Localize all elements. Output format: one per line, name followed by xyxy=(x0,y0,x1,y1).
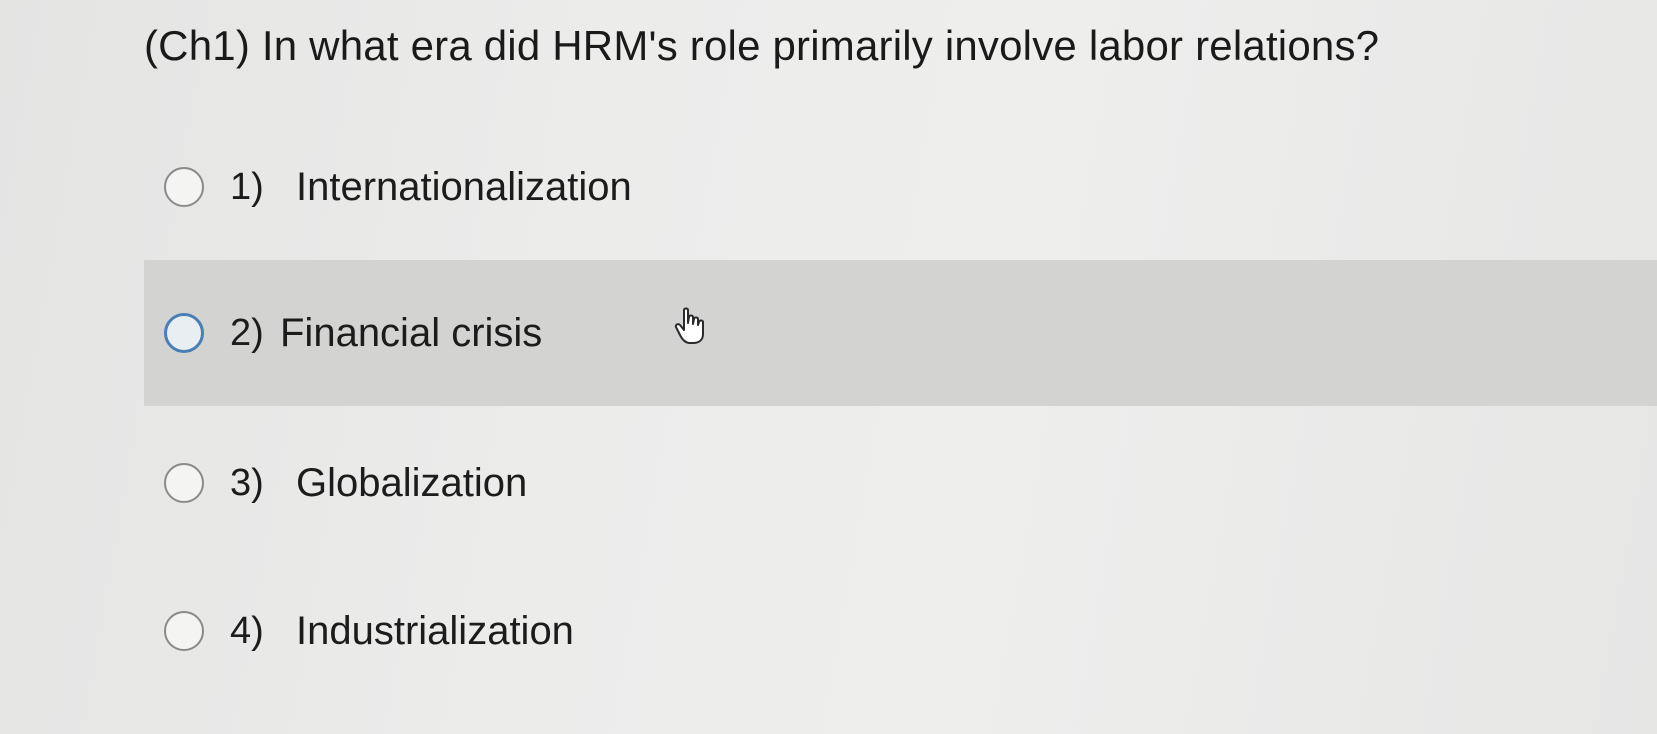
option-number: 3) xyxy=(230,461,264,504)
option-globalization[interactable]: 3) Globalization xyxy=(152,408,1657,558)
option-label: Internationalization xyxy=(296,164,632,209)
radio-button-icon[interactable] xyxy=(164,313,204,353)
option-internationalization[interactable]: 1) Internationalization xyxy=(152,112,1657,262)
radio-button-icon[interactable] xyxy=(164,611,204,651)
option-number: 4) xyxy=(230,609,264,652)
hand-pointer-cursor-icon xyxy=(674,307,704,344)
radio-button-icon[interactable] xyxy=(164,167,204,207)
option-financial-crisis[interactable]: 2) Financial crisis xyxy=(144,260,1657,406)
option-number: 1) xyxy=(230,165,264,208)
radio-button-icon[interactable] xyxy=(164,463,204,503)
option-label: Industrialization xyxy=(296,608,574,653)
option-label: Financial crisis xyxy=(280,310,543,355)
option-number: 2) xyxy=(230,311,264,354)
option-label: Globalization xyxy=(296,460,528,505)
question-text: (Ch1) In what era did HRM's role primari… xyxy=(144,22,1380,69)
option-industrialization[interactable]: 4) Industrialization xyxy=(152,556,1657,706)
